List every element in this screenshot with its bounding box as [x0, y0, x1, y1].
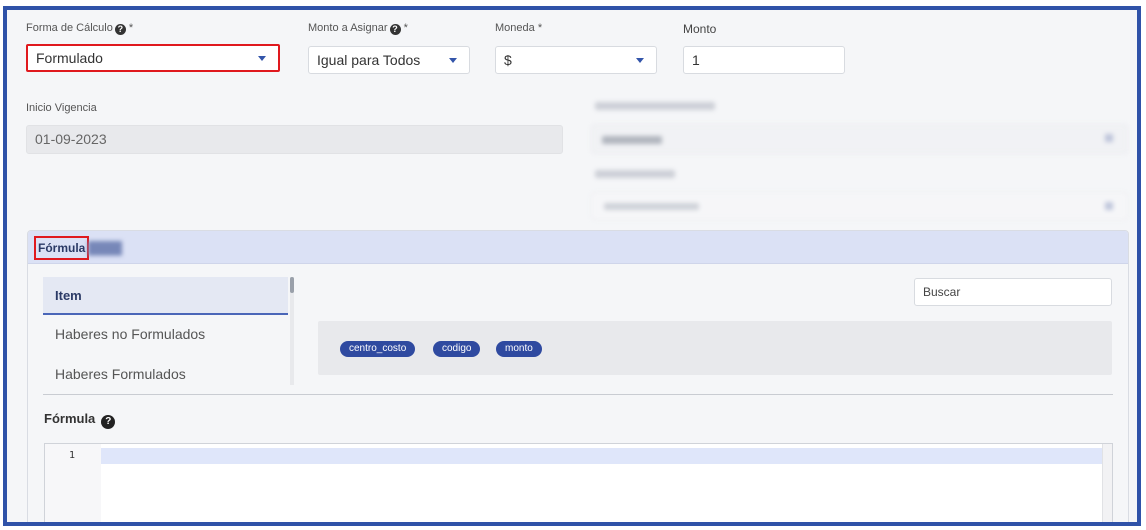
list-item-item[interactable]: Item — [43, 277, 288, 315]
start-date-field: 01-09-2023 — [26, 125, 563, 154]
app-frame: Forma de Cálculo? * Formulado Monto a As… — [3, 6, 1141, 526]
active-line[interactable] — [101, 448, 1102, 464]
caret-down-icon — [258, 56, 266, 61]
currency-select[interactable]: $ — [495, 46, 657, 74]
editor-gutter: 1 — [45, 444, 101, 522]
formula-label: Fórmula? — [44, 411, 116, 429]
chip-centro-costo[interactable]: centro_costo — [340, 341, 416, 357]
editor-scrollbar[interactable] — [1102, 444, 1112, 522]
search-input[interactable] — [914, 278, 1112, 306]
divider — [43, 394, 1113, 395]
formula-panel: Fórmula ████ Item Haberes no Formulados … — [27, 230, 1129, 522]
amount-input[interactable]: 1 — [683, 46, 845, 74]
chip-codigo[interactable]: codigo — [433, 341, 481, 357]
list-item-haberes-formulados[interactable]: Haberes Formulados — [43, 355, 288, 393]
start-date-value: 01-09-2023 — [35, 131, 107, 147]
panel-title-blurred: ████ — [88, 241, 123, 255]
calc-form-select[interactable]: Formulado — [26, 44, 280, 72]
panel-title: Fórmula — [34, 236, 90, 260]
assign-amount-label: Monto a Asignar? * — [308, 22, 408, 35]
assign-amount-select[interactable]: Igual para Todos — [308, 46, 470, 74]
help-icon[interactable]: ? — [389, 24, 401, 35]
panel-header: Fórmula ████ — [28, 231, 1128, 264]
variable-chips-area: centro_costo codigo monto — [318, 321, 1112, 375]
formula-editor[interactable]: 1 — [44, 443, 1113, 522]
line-number: 1 — [69, 450, 76, 461]
assign-amount-value: Igual para Todos — [317, 52, 421, 68]
list-item-haberes-no-formulados[interactable]: Haberes no Formulados — [43, 315, 288, 353]
currency-value: $ — [504, 52, 512, 68]
caret-down-icon — [636, 58, 644, 63]
currency-label: Moneda * — [495, 22, 543, 34]
blurred-select[interactable] — [591, 192, 1128, 220]
blurred-select[interactable] — [591, 124, 1128, 154]
blurred-label — [595, 170, 675, 178]
list-scrollbar[interactable] — [290, 277, 294, 385]
grid-icon — [1105, 202, 1113, 210]
calc-form-label: Forma de Cálculo? * — [26, 22, 134, 35]
amount-label: Monto — [683, 22, 717, 36]
help-icon[interactable]: ? — [101, 415, 116, 429]
caret-down-icon — [449, 58, 457, 63]
calc-form-value: Formulado — [36, 50, 103, 66]
blurred-label — [595, 102, 715, 110]
category-list: Item Haberes no Formulados Haberes Formu… — [43, 277, 288, 385]
start-date-label: Inicio Vigencia — [26, 102, 97, 114]
amount-value: 1 — [692, 52, 700, 68]
scroll-thumb[interactable] — [290, 277, 294, 293]
help-icon[interactable]: ? — [114, 24, 126, 35]
chip-monto[interactable]: monto — [496, 341, 542, 357]
grid-icon — [1105, 134, 1113, 142]
